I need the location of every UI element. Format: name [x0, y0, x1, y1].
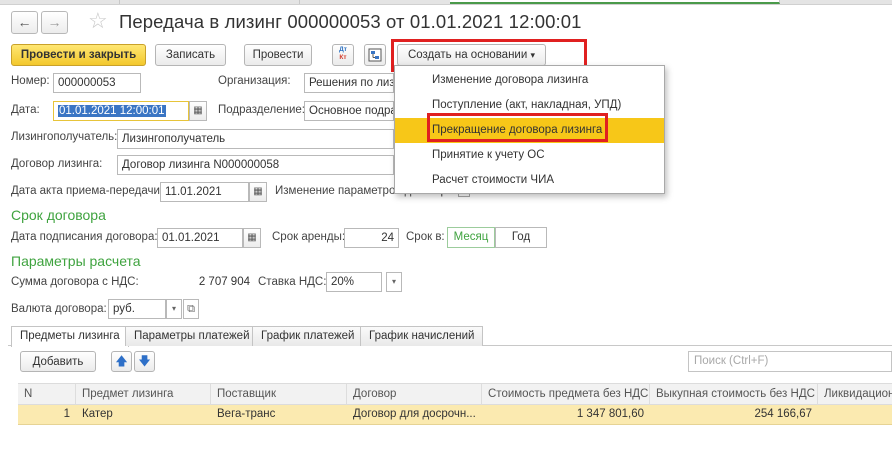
- date-field[interactable]: 01.01.2021 12:00:01: [53, 101, 189, 121]
- annotation-box-terminate-item: [427, 113, 608, 142]
- currency-dropdown[interactable]: ▾: [166, 299, 182, 319]
- calendar-icon: ▦: [253, 186, 263, 197]
- currency-label: Валюта договора:: [11, 303, 107, 315]
- vat-rate-label: Ставка НДС:: [258, 276, 327, 288]
- column-header-cost[interactable]: Стоимость предмета без НДС: [482, 384, 650, 405]
- vat-rate-dropdown[interactable]: ▾: [386, 272, 402, 292]
- number-field[interactable]: 000000053: [53, 73, 141, 93]
- cell-supplier: Вега-транс: [217, 408, 276, 420]
- dt-kt-icon: Дт Кт: [336, 46, 350, 64]
- currency-field[interactable]: руб.: [108, 299, 166, 319]
- date-label: Дата:: [11, 104, 40, 116]
- save-button[interactable]: Записать: [155, 44, 226, 66]
- column-header-contract[interactable]: Договор: [347, 384, 482, 405]
- move-up-button[interactable]: 🡅: [111, 351, 132, 372]
- top-tab-segment[interactable]: [0, 0, 120, 4]
- forward-arrow-icon: →: [47, 14, 62, 30]
- post-and-close-button[interactable]: Провести и закрыть: [11, 44, 146, 66]
- date-calendar-button[interactable]: ▦: [189, 101, 207, 121]
- dt-label: Дт: [339, 46, 347, 53]
- currency-open-button[interactable]: ⧉: [183, 299, 199, 319]
- cell-buyout: 254 166,67: [754, 408, 812, 420]
- chevron-down-icon: ▾: [171, 304, 176, 313]
- chevron-down-icon: ▾: [391, 277, 396, 286]
- tab-payment-params[interactable]: Параметры платежей: [125, 326, 259, 346]
- term-section-title: Срок договора: [11, 207, 106, 223]
- act-date-calendar-button[interactable]: ▦: [249, 182, 267, 202]
- vat-rate-field[interactable]: 20%: [326, 272, 382, 292]
- cell-item: Катер: [82, 408, 113, 420]
- column-header-liquidation[interactable]: Ликвидацион: [818, 384, 892, 405]
- top-tab-segment[interactable]: [120, 0, 300, 4]
- page-title: Передача в лизинг 000000053 от 01.01.202…: [119, 11, 582, 32]
- cell-n: 1: [63, 408, 70, 420]
- calendar-icon: ▦: [193, 105, 203, 116]
- calendar-icon: ▦: [247, 232, 257, 243]
- back-button[interactable]: ←: [11, 11, 38, 34]
- tab-payment-schedule[interactable]: График платежей: [252, 326, 364, 346]
- act-date-field[interactable]: 11.01.2021: [160, 182, 249, 202]
- term-label: Срок аренды:: [272, 231, 346, 243]
- act-date-label: Дата акта приема-передачи:: [11, 185, 164, 197]
- calc-section-title: Параметры расчета: [11, 253, 141, 269]
- sign-date-field[interactable]: 01.01.2021: [157, 228, 243, 248]
- table-search-input[interactable]: Поиск (Ctrl+F): [688, 351, 892, 372]
- top-tab-active-segment[interactable]: [450, 0, 780, 4]
- organization-label: Организация:: [218, 75, 291, 87]
- forward-button[interactable]: →: [41, 11, 68, 34]
- contract-field[interactable]: Договор лизинга N000000058: [117, 155, 394, 175]
- organization-field[interactable]: Решения по лизи: [304, 73, 394, 93]
- lessee-field[interactable]: Лизингополучатель: [117, 129, 394, 149]
- column-header-supplier[interactable]: Поставщик: [211, 384, 347, 405]
- top-tab-strip: [0, 0, 892, 5]
- post-button[interactable]: Провести: [244, 44, 312, 66]
- column-header-buyout[interactable]: Выкупная стоимость без НДС: [650, 384, 818, 405]
- column-header-n[interactable]: N: [18, 384, 76, 405]
- contract-sum-label: Сумма договора с НДС:: [11, 276, 139, 288]
- structure-icon: [368, 48, 382, 62]
- open-icon: ⧉: [187, 303, 195, 315]
- cell-cost: 1 347 801,60: [576, 408, 644, 420]
- contract-label: Договор лизинга:: [11, 158, 103, 170]
- number-label: Номер:: [11, 75, 50, 87]
- division-field[interactable]: Основное подраз: [304, 101, 394, 121]
- arrow-up-icon: 🡅: [115, 354, 128, 368]
- division-label: Подразделение:: [218, 104, 305, 116]
- kt-label: Кт: [339, 54, 347, 61]
- menu-item-rou-cost-calculation[interactable]: Расчет стоимости ЧИА: [395, 168, 664, 193]
- arrow-down-icon: 🡇: [138, 354, 151, 368]
- tab-accrual-schedule[interactable]: График начислений: [360, 326, 484, 346]
- date-value: 01.01.2021 12:00:01: [58, 105, 166, 117]
- add-row-button[interactable]: Добавить: [20, 351, 96, 372]
- column-header-item[interactable]: Предмет лизинга: [76, 384, 211, 405]
- term-field[interactable]: 24: [344, 228, 399, 248]
- favorite-star-icon[interactable]: ☆: [88, 10, 108, 32]
- tab-leasing-items[interactable]: Предметы лизинга: [11, 326, 129, 347]
- cell-contract: Договор для досрочн...: [353, 408, 476, 420]
- sign-date-label: Дата подписания договора:: [11, 231, 158, 243]
- back-arrow-icon: ←: [17, 14, 32, 30]
- unit-year-toggle[interactable]: Год: [495, 227, 547, 248]
- dt-kt-button[interactable]: Дт Кт: [332, 44, 354, 66]
- table-header: N Предмет лизинга Поставщик Договор Стои…: [18, 383, 892, 405]
- cell-liquidation: [818, 405, 892, 424]
- menu-item-fixed-asset-acceptance[interactable]: Принятие к учету ОС: [395, 143, 664, 168]
- unit-month-toggle[interactable]: Месяц: [447, 227, 495, 248]
- table-row[interactable]: 1 Катер Вега-транс Договор для досрочн..…: [18, 405, 892, 425]
- contract-sum-value: 2 707 904: [198, 276, 250, 288]
- lessee-label: Лизингополучатель:: [11, 131, 118, 143]
- move-down-button[interactable]: 🡇: [134, 351, 155, 372]
- sign-date-calendar-button[interactable]: ▦: [243, 228, 261, 248]
- structure-button[interactable]: [364, 44, 386, 66]
- term-unit-label: Срок в:: [406, 231, 445, 243]
- menu-item-change-lease-contract[interactable]: Изменение договора лизинга: [395, 68, 664, 93]
